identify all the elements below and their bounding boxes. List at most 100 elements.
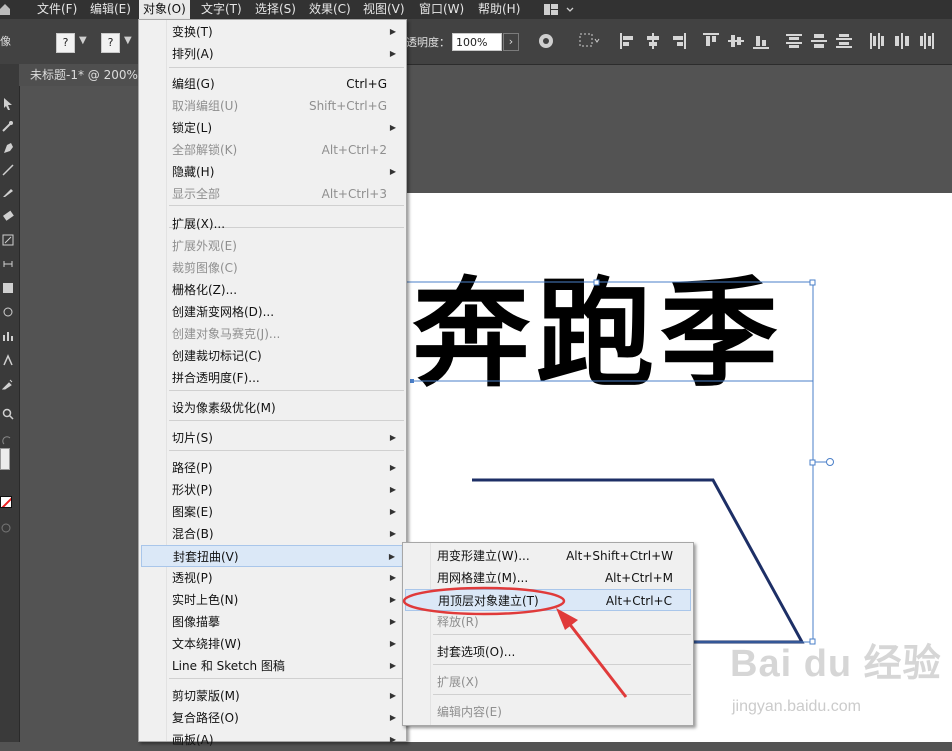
object-menu-item[interactable]: 裁剪图像(C) — [141, 257, 404, 279]
menu-item-shortcut: Alt+Ctrl+C — [605, 594, 672, 608]
menu-item-label: 锁定(L) — [172, 121, 213, 135]
magic-wand-tool-icon[interactable] — [2, 120, 14, 132]
pen-tool-icon[interactable] — [2, 142, 14, 154]
object-menu-item[interactable]: 混合(B) ▶ — [141, 523, 404, 545]
brush-dropdown[interactable]: ? — [101, 33, 120, 53]
menu-object[interactable]: 对象(O) — [139, 0, 190, 19]
object-menu-item[interactable]: 实时上色(N) ▶ — [141, 589, 404, 611]
align-to-selection-icon[interactable] — [579, 33, 601, 49]
line-tool-icon[interactable] — [2, 164, 14, 176]
mesh-tool-icon[interactable] — [2, 306, 14, 318]
envelope-submenu-item[interactable]: 释放(R) — [405, 611, 691, 633]
envelope-submenu-item[interactable]: 编辑内容(E) — [405, 701, 691, 723]
scale-tool-icon[interactable] — [2, 234, 14, 246]
stroke-style-dropdown[interactable]: ? — [56, 33, 75, 53]
headline-text[interactable]: 奔跑季 — [412, 264, 812, 404]
menu-select[interactable]: 选择(S) — [251, 0, 300, 19]
object-menu-item[interactable]: 全部解锁(K) Alt+Ctrl+2 — [141, 139, 404, 161]
stroke-none-swatch[interactable] — [0, 496, 12, 508]
fill-color-swatch[interactable] — [0, 448, 10, 470]
distribute-hcenter-icon[interactable] — [894, 33, 910, 49]
align-left-icon[interactable] — [620, 33, 636, 49]
shape-builder-tool-icon[interactable] — [2, 282, 14, 294]
object-menu-item[interactable]: 剪切蒙版(M) ▶ — [141, 685, 404, 707]
distribute-right-icon[interactable] — [919, 33, 935, 49]
workspace-switcher-icon[interactable] — [543, 3, 575, 16]
eyedropper-tool-icon[interactable] — [1, 378, 14, 390]
menu-item-label: 混合(B) — [172, 527, 214, 541]
envelope-submenu-item[interactable]: 用顶层对象建立(T) Alt+Ctrl+C — [405, 589, 691, 611]
object-menu-item[interactable]: 透视(P) ▶ — [141, 567, 404, 589]
opacity-input[interactable]: 100% — [452, 33, 502, 51]
object-menu-item[interactable]: 文本绕排(W) ▶ — [141, 633, 404, 655]
object-menu-item[interactable]: 设为像素级优化(M) — [141, 397, 404, 419]
distribute-bottom-icon[interactable] — [836, 33, 852, 49]
align-top-icon[interactable] — [703, 33, 719, 49]
artboard-tool-icon[interactable] — [2, 354, 14, 366]
object-menu-item[interactable]: 图案(E) ▶ — [141, 501, 404, 523]
object-menu-item[interactable]: 封套扭曲(V) ▶ — [141, 545, 404, 567]
object-menu-item[interactable]: 创建对象马赛克(J)... — [141, 323, 404, 345]
envelope-submenu-item[interactable]: 封套选项(O)... — [405, 641, 691, 663]
object-menu-item[interactable]: 扩展外观(E) — [141, 235, 404, 257]
envelope-submenu-item[interactable]: 用网格建立(M)... Alt+Ctrl+M — [405, 567, 691, 589]
menu-effect[interactable]: 效果(C) — [305, 0, 355, 19]
object-menu-item[interactable]: 路径(P) ▶ — [141, 457, 404, 479]
align-bottom-icon[interactable] — [753, 33, 769, 49]
object-menu-item[interactable]: 变换(T) ▶ — [141, 21, 404, 43]
align-hcenter-icon[interactable] — [645, 33, 661, 49]
menu-item-shortcut: Shift+Ctrl+G — [308, 99, 387, 113]
menu-file[interactable]: 文件(F) — [33, 0, 81, 19]
eraser-tool-icon[interactable] — [2, 210, 14, 222]
envelope-submenu-item[interactable]: 用变形建立(W)... Alt+Shift+Ctrl+W — [405, 545, 691, 567]
object-menu-item[interactable]: 创建裁切标记(C) — [141, 345, 404, 367]
object-menu-item[interactable]: 取消编组(U) Shift+Ctrl+G — [141, 95, 404, 117]
chevron-down-icon[interactable]: ▼ — [79, 35, 87, 46]
menu-type[interactable]: 文字(T) — [197, 0, 246, 19]
home-icon[interactable] — [0, 3, 10, 15]
align-vcenter-icon[interactable] — [728, 33, 744, 49]
object-menu-item[interactable]: 编组(G) Ctrl+G — [141, 73, 404, 95]
object-menu-item[interactable]: 复合路径(O) ▶ — [141, 707, 404, 729]
object-menu-item[interactable]: 锁定(L) ▶ — [141, 117, 404, 139]
submenu-arrow-icon: ▶ — [389, 595, 396, 604]
chevron-down-icon[interactable]: ▼ — [124, 35, 132, 46]
object-menu-item[interactable]: 显示全部 Alt+Ctrl+3 — [141, 183, 404, 205]
envelope-submenu-item[interactable]: 扩展(X) — [405, 671, 691, 693]
object-menu-item[interactable]: 创建渐变网格(D)... — [141, 301, 404, 323]
submenu-arrow-icon: ▶ — [388, 552, 395, 561]
menu-help[interactable]: 帮助(H) — [474, 0, 524, 19]
object-menu-item[interactable]: 隐藏(H) ▶ — [141, 161, 404, 183]
menu-window[interactable]: 窗口(W) — [415, 0, 468, 19]
distribute-vcenter-icon[interactable] — [811, 33, 827, 49]
draw-mode-icon[interactable] — [0, 522, 12, 534]
object-menu-item[interactable]: 画板(A) ▶ — [141, 729, 404, 751]
object-menu-item[interactable]: 排列(A) ▶ — [141, 43, 404, 65]
align-right-icon[interactable] — [670, 33, 686, 49]
zoom-tool-icon[interactable] — [2, 408, 14, 420]
menu-view[interactable]: 视图(V) — [359, 0, 409, 19]
distribute-top-icon[interactable] — [786, 33, 802, 49]
object-menu-item[interactable]: 形状(P) ▶ — [141, 479, 404, 501]
object-menu-item[interactable]: Line 和 Sketch 图稿 ▶ — [141, 655, 404, 677]
menu-item-label: 形状(P) — [172, 483, 213, 497]
menu-item-label: 切片(S) — [172, 431, 213, 445]
object-menu-item[interactable]: 扩展(X)... — [141, 213, 404, 235]
selection-tool-icon[interactable] — [2, 98, 14, 110]
object-menu-item[interactable]: 拼合透明度(F)... — [141, 367, 404, 389]
menu-item-label: 封套扭曲(V) — [173, 550, 239, 564]
object-menu-item[interactable]: 栅格化(Z)... — [141, 279, 404, 301]
menu-item-label: 用网格建立(M)... — [437, 571, 529, 585]
object-menu-item[interactable]: 切片(S) ▶ — [141, 427, 404, 449]
recolor-icon[interactable] — [538, 33, 554, 49]
menu-edit[interactable]: 编辑(E) — [86, 0, 135, 19]
graph-tool-icon[interactable] — [2, 330, 14, 342]
opacity-label: 透明度： — [406, 36, 450, 49]
opacity-arrow-icon[interactable]: › — [503, 33, 519, 51]
submenu-arrow-icon: ▶ — [389, 27, 396, 36]
width-tool-icon[interactable] — [2, 258, 14, 270]
swap-colors-icon[interactable] — [2, 436, 14, 448]
object-menu-item[interactable]: 图像描摹 ▶ — [141, 611, 404, 633]
paintbrush-tool-icon[interactable] — [2, 186, 14, 198]
distribute-left-icon[interactable] — [869, 33, 885, 49]
